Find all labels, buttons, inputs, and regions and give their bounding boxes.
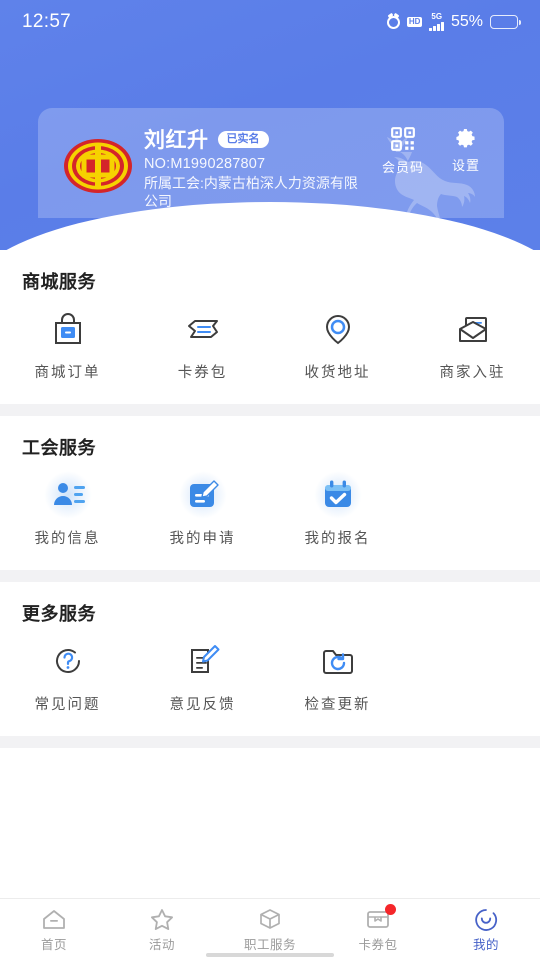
battery-percent-label: 55% (450, 13, 483, 30)
section-mall-services: 商城服务 商城订单 卡券包 收货地址 商家入驻 (0, 250, 540, 404)
shopping-bag-icon (47, 308, 89, 350)
question-circle-icon (47, 640, 89, 682)
settings-label: 设置 (451, 158, 480, 173)
service-grid: 商城订单 卡券包 收货地址 商家入驻 (0, 308, 540, 382)
tab-label: 职工服务 (243, 937, 296, 952)
smiley-face-icon (473, 907, 499, 931)
settings-button[interactable]: 设置 (452, 126, 480, 176)
gear-icon (456, 129, 475, 148)
box-icon (257, 907, 283, 931)
tab-mine[interactable]: 我的 (432, 907, 540, 953)
verified-badge: 已实名 (217, 130, 269, 148)
battery-icon (490, 15, 521, 29)
hd-icon: HD (406, 17, 423, 27)
section-title: 更多服务 (22, 604, 96, 624)
service-item-check-update[interactable]: 检查更新 (270, 640, 405, 714)
qrcode-icon (391, 127, 415, 151)
coupon-ticket-icon (182, 308, 224, 350)
page-header: 12:57 HD 5G 55% 刘红升 已实名 NO:M1990287807 所… (0, 0, 540, 250)
service-label: 意见反馈 (169, 697, 236, 713)
content-area: 商城服务 商城订单 卡券包 收货地址 商家入驻 工会服务 我的信息 我的申请 我… (0, 250, 540, 748)
tab-home[interactable]: 首页 (0, 907, 108, 953)
service-label: 商城订单 (34, 365, 101, 381)
service-item-feedback[interactable]: 意见反馈 (135, 640, 270, 714)
calendar-check-icon (313, 471, 362, 519)
member-code-label: 会员码 (381, 160, 424, 175)
section-divider (0, 404, 540, 416)
member-code-button[interactable]: 会员码 (382, 126, 424, 176)
section-more-services: 更多服务 常见问题 意见反馈 检查更新 (0, 582, 540, 736)
application-form-icon (178, 471, 227, 519)
section-union-services: 工会服务 我的信息 我的申请 我的报名 (0, 416, 540, 570)
service-item-coupon-pack[interactable]: 卡券包 (135, 308, 270, 382)
service-label: 我的报名 (304, 531, 371, 547)
service-label: 收货地址 (304, 365, 371, 381)
service-label: 卡券包 (177, 365, 228, 381)
union-emblem-logo (64, 139, 132, 193)
tab-activities[interactable]: 活动 (108, 907, 216, 953)
tab-label: 我的 (472, 937, 499, 952)
signal-5g-icon: 5G (429, 13, 444, 31)
section-divider (0, 736, 540, 748)
home-indicator (206, 953, 334, 957)
tab-worker-services[interactable]: 职工服务 (216, 907, 324, 953)
tab-coupon-pack[interactable]: 卡券包 (324, 903, 432, 953)
location-pin-icon (317, 308, 359, 350)
alarm-icon (386, 15, 400, 29)
user-profile-card[interactable]: 刘红升 已实名 NO:M1990287807 所属工会:内蒙古柏深人力资源有限公… (38, 108, 504, 218)
service-item-shipping-address[interactable]: 收货地址 (270, 308, 405, 382)
tab-label: 活动 (148, 937, 175, 952)
service-label: 常见问题 (34, 697, 101, 713)
service-item-my-registration[interactable]: 我的报名 (270, 471, 405, 548)
service-item-merchant-entry[interactable]: 商家入驻 (405, 308, 540, 382)
service-item-mall-order[interactable]: 商城订单 (0, 308, 135, 382)
bottom-tab-bar: 首页 活动 职工服务 卡券包 我的 (0, 898, 540, 960)
service-label: 商家入驻 (439, 365, 506, 381)
service-item-my-application[interactable]: 我的申请 (135, 471, 270, 548)
status-time: 12:57 (22, 11, 72, 32)
user-info-icon (43, 471, 92, 519)
service-grid: 我的信息 我的申请 我的报名 (0, 471, 540, 548)
member-number: NO:M1990287807 (144, 156, 266, 172)
tab-label: 首页 (40, 937, 67, 952)
notification-badge (385, 903, 396, 915)
feedback-document-icon (182, 640, 224, 682)
section-divider (0, 570, 540, 582)
service-label: 我的申请 (169, 531, 236, 547)
envelope-icon (452, 308, 494, 350)
folder-refresh-icon (317, 640, 359, 682)
user-name: 刘红升 (144, 129, 209, 152)
status-bar: 12:57 HD 5G 55% (0, 0, 540, 44)
service-label: 我的信息 (34, 531, 101, 547)
service-label: 检查更新 (304, 697, 371, 713)
service-item-faq[interactable]: 常见问题 (0, 640, 135, 714)
section-title: 工会服务 (22, 438, 96, 458)
tab-label: 卡券包 (358, 937, 398, 952)
organization-name: 所属工会:内蒙古柏深人力资源有限公司 (144, 175, 358, 209)
section-title: 商城服务 (22, 272, 96, 292)
home-icon (41, 907, 67, 931)
coupon-card-icon (365, 903, 396, 931)
service-grid: 常见问题 意见反馈 检查更新 (0, 640, 540, 714)
service-item-my-info[interactable]: 我的信息 (0, 471, 135, 548)
star-icon (149, 907, 175, 931)
